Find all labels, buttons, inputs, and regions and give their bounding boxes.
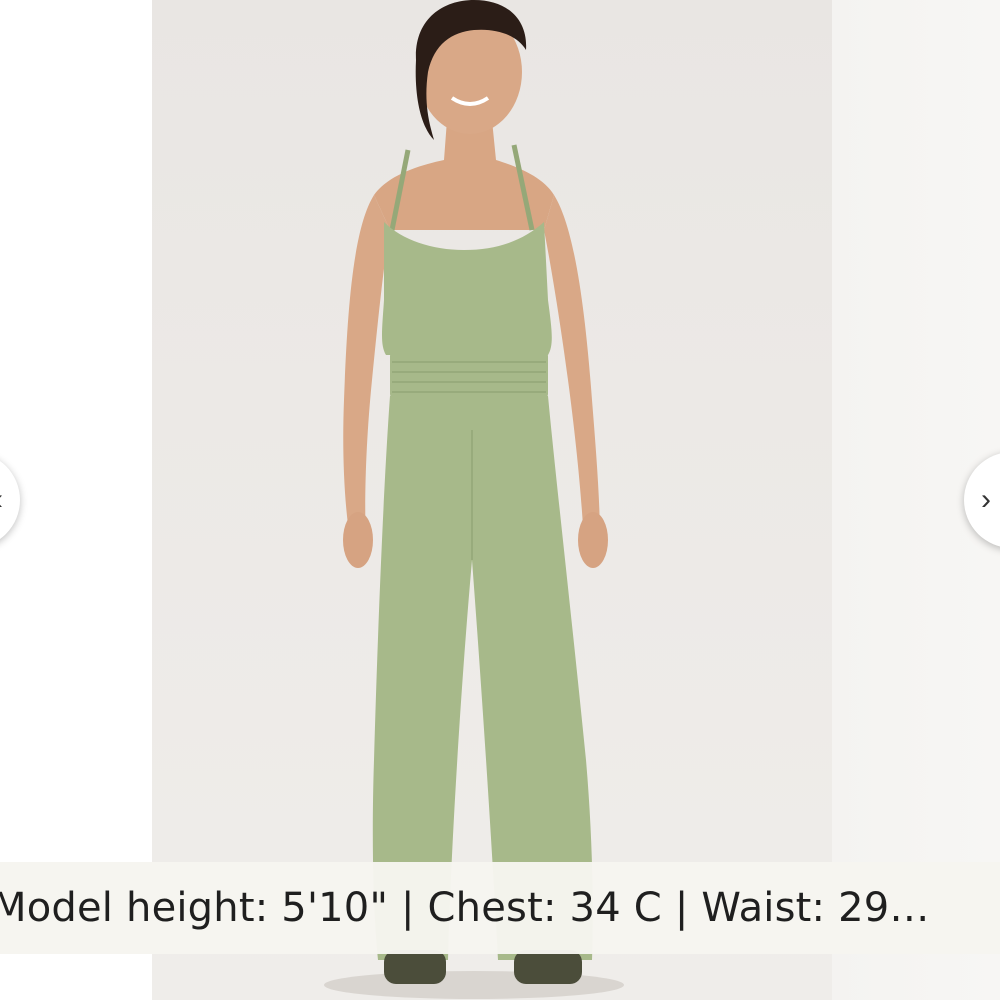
chevron-right-icon: › [981,483,991,516]
left-hand [343,512,373,568]
model-size-caption: Model height: 5'10" | Chest: 34 C | Wais… [0,885,930,931]
product-photo[interactable] [152,0,832,1000]
right-hand [578,512,608,568]
chevron-left-icon: ‹ [0,485,3,515]
model-size-caption-bar: Model height: 5'10" | Chest: 34 C | Wais… [0,862,1000,954]
left-sandal [384,950,446,984]
right-sandal [514,950,582,984]
previous-slide-peek [0,0,152,1000]
product-gallery: ‹ › Model height: 5'10" | Chest: 34 C | … [0,0,1000,1000]
model-wearing-jumpsuit-illustration [324,0,624,999]
left-arm [343,195,390,545]
jumpsuit-bodice [382,222,552,355]
